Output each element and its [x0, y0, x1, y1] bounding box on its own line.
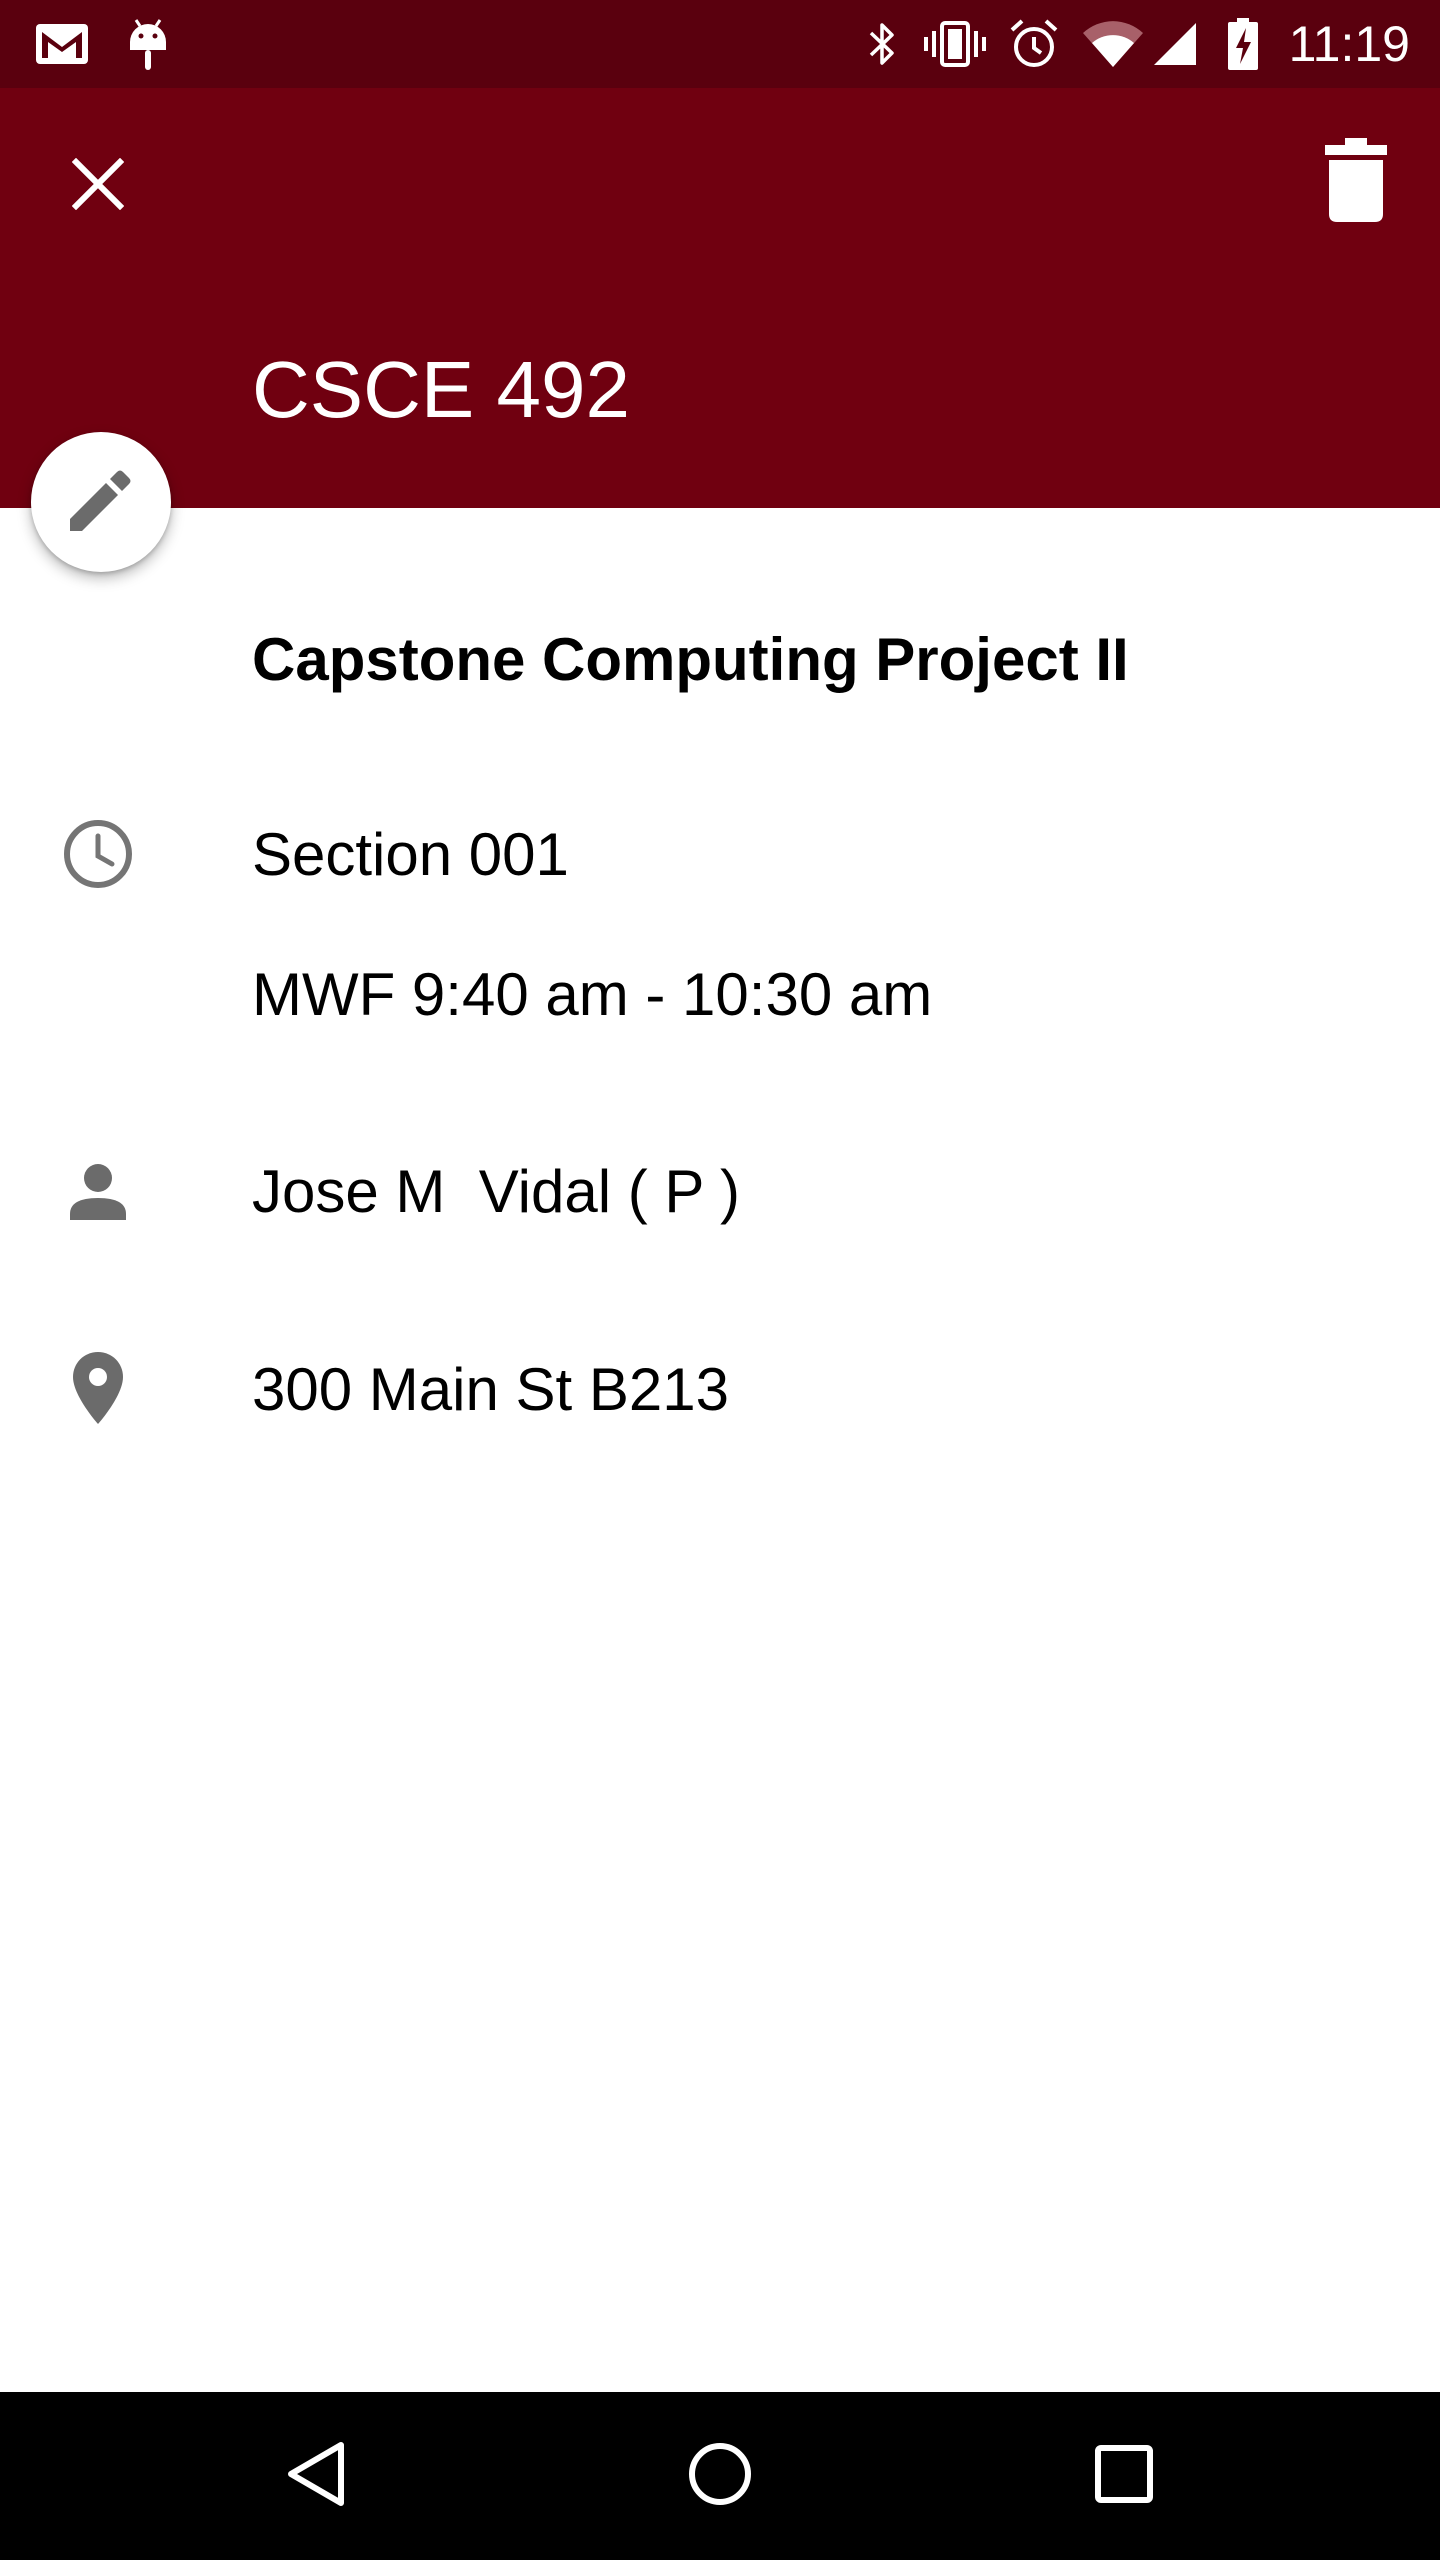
status-bar: 11:19	[0, 0, 1440, 88]
schedule-text: MWF 9:40 am - 10:30 am	[252, 961, 933, 1028]
course-name: Capstone Computing Project II	[252, 626, 1129, 693]
bluetooth-icon	[862, 0, 902, 88]
gmail-icon	[34, 0, 90, 88]
clock-icon	[58, 814, 138, 894]
location-pin-icon	[58, 1348, 138, 1428]
vibrate-icon	[920, 0, 990, 88]
back-button[interactable]	[216, 2392, 416, 2560]
course-detail-screen: 11:19 CSCE 492 Capstone Computing Projec…	[0, 0, 1440, 2560]
battery-charging-icon	[1222, 0, 1264, 88]
page-title: CSCE 492	[252, 345, 630, 434]
edit-button[interactable]	[31, 432, 171, 572]
delete-button[interactable]	[1296, 122, 1416, 242]
location-text: 300 Main St B213	[252, 1356, 729, 1423]
close-button[interactable]	[38, 126, 158, 246]
recents-icon	[1093, 2443, 1155, 2510]
navigation-bar	[0, 2392, 1440, 2560]
close-icon	[71, 157, 125, 215]
edit-icon	[68, 467, 134, 538]
status-time: 11:19	[1288, 16, 1410, 72]
person-icon	[58, 1152, 138, 1232]
alarm-icon	[1006, 0, 1062, 88]
delete-icon	[1325, 137, 1387, 227]
signal-icon	[1150, 0, 1200, 88]
section-text: Section 001	[252, 821, 569, 888]
home-button[interactable]	[620, 2392, 820, 2560]
app-bar: CSCE 492	[0, 88, 1440, 508]
home-icon	[687, 2441, 753, 2512]
instructor-text: Jose M Vidal ( P )	[252, 1158, 740, 1225]
android-debug-icon	[122, 0, 174, 88]
back-icon	[283, 2439, 349, 2514]
recents-button[interactable]	[1024, 2392, 1224, 2560]
wifi-icon	[1080, 0, 1146, 88]
